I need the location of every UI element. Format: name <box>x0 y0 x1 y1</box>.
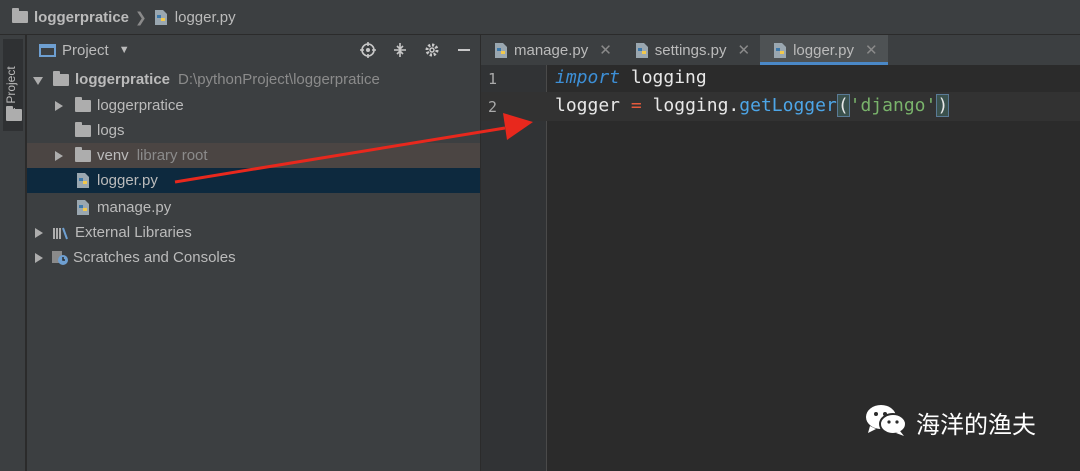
watermark: 海洋的渔夫 <box>864 402 1036 442</box>
watermark-text: 海洋的渔夫 <box>916 410 1036 439</box>
annotation-arrow <box>174 113 533 184</box>
wechat-icon <box>864 402 908 442</box>
